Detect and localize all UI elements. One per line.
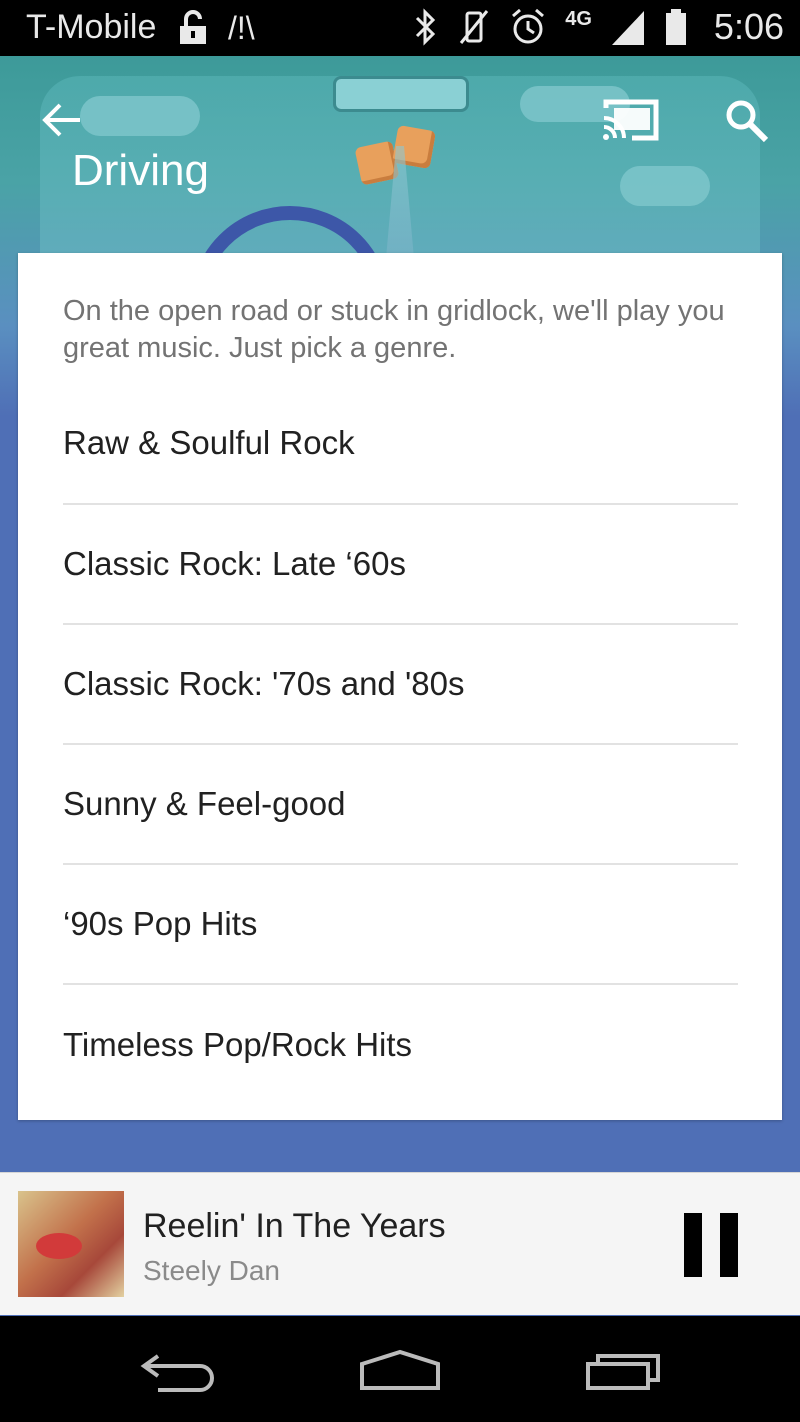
navigation-warning-icon: /!\ xyxy=(228,10,255,46)
clock: 5:06 xyxy=(713,6,784,47)
back-arrow-icon[interactable] xyxy=(40,100,84,140)
genre-list: Raw & Soulful Rock Classic Rock: Late ‘6… xyxy=(63,383,738,1105)
album-art-lips xyxy=(36,1233,82,1259)
page-title: Driving xyxy=(72,146,209,195)
dice-illustration xyxy=(354,140,400,186)
battery-icon xyxy=(665,9,686,45)
track-artist: Steely Dan xyxy=(143,1255,280,1286)
back-icon[interactable] xyxy=(140,1350,216,1392)
pause-button[interactable] xyxy=(684,1213,740,1277)
alarm-icon xyxy=(512,8,545,44)
cloud-illustration xyxy=(80,96,200,136)
genre-item[interactable]: Sunny & Feel-good xyxy=(63,745,738,865)
unlocked-icon xyxy=(180,10,206,44)
rearview-mirror-illustration xyxy=(333,76,469,112)
vibrate-off-icon xyxy=(460,10,489,44)
home-icon[interactable] xyxy=(358,1348,442,1392)
pause-icon xyxy=(720,1213,738,1277)
pause-icon xyxy=(684,1213,702,1277)
signal-icon xyxy=(611,11,644,45)
cloud-illustration xyxy=(620,166,710,206)
genre-item[interactable]: Classic Rock: Late ‘60s xyxy=(63,505,738,625)
album-art[interactable] xyxy=(18,1191,124,1297)
genre-card: On the open road or stuck in gridlock, w… xyxy=(18,253,782,1120)
status-icons: 4G 5:06 xyxy=(413,6,784,48)
system-nav-bar xyxy=(0,1316,800,1422)
genre-item[interactable]: Timeless Pop/Rock Hits xyxy=(63,985,738,1105)
track-title: Reelin' In The Years xyxy=(143,1207,446,1245)
bluetooth-icon xyxy=(416,8,436,46)
search-icon[interactable] xyxy=(722,96,770,144)
intro-text: On the open road or stuck in gridlock, w… xyxy=(63,295,725,364)
network-type: 4G xyxy=(565,7,592,30)
status-bar: T-Mobile /!\ 4G 5:06 xyxy=(0,0,800,56)
genre-item[interactable]: Raw & Soulful Rock xyxy=(63,383,738,505)
genre-item[interactable]: ‘90s Pop Hits xyxy=(63,865,738,985)
genre-item[interactable]: Classic Rock: '70s and '80s xyxy=(63,625,738,745)
now-playing-bar[interactable]: Reelin' In The Years Steely Dan xyxy=(0,1172,800,1315)
cast-icon[interactable] xyxy=(600,96,662,144)
recent-apps-icon[interactable] xyxy=(584,1350,664,1392)
carrier-name: T-Mobile xyxy=(26,8,157,46)
